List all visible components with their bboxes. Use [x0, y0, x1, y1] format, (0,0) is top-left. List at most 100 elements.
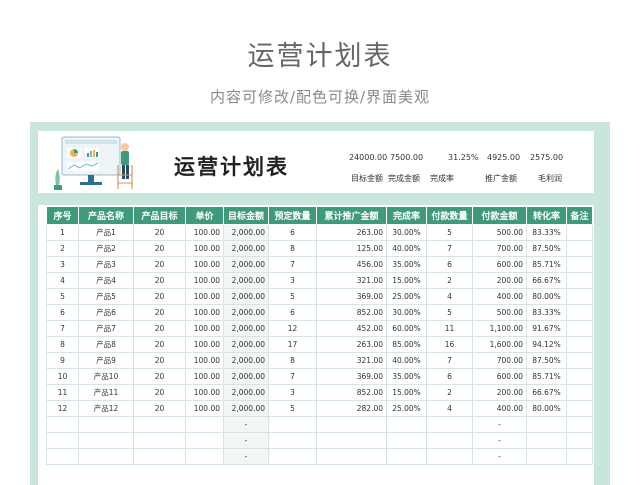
table-cell[interactable]: 产品1 [78, 224, 134, 241]
table-cell[interactable]: 6 [268, 224, 317, 241]
table-cell[interactable]: 2 [426, 272, 473, 289]
table-cell[interactable]: 456.00 [316, 256, 387, 273]
table-cell[interactable]: 15.00% [386, 272, 427, 289]
table-cell[interactable]: 5 [426, 304, 473, 321]
table-cell[interactable]: 25.00% [386, 288, 427, 305]
table-cell[interactable]: 2,000.00 [223, 272, 269, 289]
table-cell[interactable] [46, 432, 79, 449]
table-cell[interactable] [133, 416, 186, 433]
table-cell[interactable]: 17 [268, 336, 317, 353]
table-cell[interactable]: 100.00 [185, 352, 224, 369]
table-cell[interactable]: 263.00 [316, 224, 387, 241]
table-cell[interactable] [566, 368, 593, 385]
table-cell[interactable]: 10 [46, 368, 79, 385]
table-cell[interactable]: 产品10 [78, 368, 134, 385]
table-cell[interactable] [566, 240, 593, 257]
table-cell[interactable] [566, 384, 593, 401]
table-cell[interactable]: 4 [426, 288, 473, 305]
table-cell[interactable]: 6 [268, 304, 317, 321]
table-cell[interactable]: 87.50% [526, 352, 567, 369]
table-cell[interactable]: 94.12% [526, 336, 567, 353]
table-cell[interactable]: 7 [46, 320, 79, 337]
table-cell[interactable]: 600.00 [472, 368, 527, 385]
table-cell[interactable] [526, 448, 567, 465]
table-cell[interactable] [78, 448, 134, 465]
table-cell[interactable]: 35.00% [386, 368, 427, 385]
table-cell[interactable]: 20 [133, 256, 186, 273]
table-cell[interactable]: 2,000.00 [223, 320, 269, 337]
table-cell[interactable] [566, 304, 593, 321]
column-header[interactable]: 备注 [566, 206, 593, 225]
table-cell[interactable]: 20 [133, 224, 186, 241]
column-header[interactable]: 转化率 [526, 206, 567, 225]
table-cell[interactable] [386, 432, 427, 449]
table-cell[interactable]: 3 [46, 256, 79, 273]
table-cell[interactable]: 452.00 [316, 320, 387, 337]
table-cell[interactable] [46, 448, 79, 465]
table-cell[interactable] [566, 256, 593, 273]
table-cell[interactable] [566, 224, 593, 241]
table-cell[interactable] [526, 432, 567, 449]
table-cell[interactable]: 263.00 [316, 336, 387, 353]
table-cell[interactable]: 100.00 [185, 368, 224, 385]
table-cell[interactable]: 85.00% [386, 336, 427, 353]
table-cell[interactable] [46, 416, 79, 433]
table-cell[interactable]: 11 [426, 320, 473, 337]
column-header[interactable]: 产品名称 [78, 206, 134, 225]
table-cell[interactable]: 282.00 [316, 400, 387, 417]
column-header[interactable]: 序号 [46, 206, 79, 225]
table-cell[interactable]: 6 [46, 304, 79, 321]
table-cell[interactable]: 125.00 [316, 240, 387, 257]
table-cell[interactable]: 8 [268, 240, 317, 257]
table-cell[interactable]: 85.71% [526, 368, 567, 385]
table-cell[interactable] [566, 320, 593, 337]
table-cell[interactable] [426, 432, 473, 449]
table-cell[interactable]: 1,100.00 [472, 320, 527, 337]
table-cell[interactable]: 产品3 [78, 256, 134, 273]
table-cell[interactable]: 25.00% [386, 400, 427, 417]
table-cell[interactable]: 100.00 [185, 272, 224, 289]
table-cell[interactable]: 100.00 [185, 320, 224, 337]
table-cell[interactable]: 4 [426, 400, 473, 417]
column-header[interactable]: 目标金额 [223, 206, 269, 225]
table-cell[interactable] [386, 448, 427, 465]
table-cell[interactable]: 2,000.00 [223, 400, 269, 417]
table-cell[interactable]: 7 [268, 256, 317, 273]
column-header[interactable]: 累计推广金额 [316, 206, 387, 225]
table-cell[interactable]: 100.00 [185, 288, 224, 305]
table-cell[interactable]: 20 [133, 288, 186, 305]
table-cell[interactable]: 1,600.00 [472, 336, 527, 353]
table-cell[interactable]: 40.00% [386, 352, 427, 369]
table-cell[interactable]: 产品2 [78, 240, 134, 257]
table-cell[interactable]: 5 [268, 288, 317, 305]
table-cell[interactable]: 500.00 [472, 224, 527, 241]
table-cell[interactable]: 600.00 [472, 256, 527, 273]
table-cell[interactable]: 2 [426, 384, 473, 401]
table-cell[interactable]: 80.00% [526, 288, 567, 305]
table-cell[interactable] [268, 416, 317, 433]
table-cell[interactable]: 2,000.00 [223, 384, 269, 401]
table-cell[interactable]: 12 [268, 320, 317, 337]
table-cell[interactable]: 321.00 [316, 272, 387, 289]
table-cell[interactable]: 2,000.00 [223, 304, 269, 321]
table-cell[interactable]: 2,000.00 [223, 336, 269, 353]
table-cell[interactable] [566, 288, 593, 305]
table-cell[interactable] [566, 416, 593, 433]
table-cell[interactable]: 700.00 [472, 240, 527, 257]
table-cell[interactable] [426, 416, 473, 433]
table-cell[interactable]: - [223, 416, 269, 433]
table-cell[interactable]: 100.00 [185, 304, 224, 321]
table-cell[interactable] [316, 432, 387, 449]
table-cell[interactable]: 35.00% [386, 256, 427, 273]
column-header[interactable]: 产品目标 [133, 206, 186, 225]
table-cell[interactable]: 85.71% [526, 256, 567, 273]
table-cell[interactable]: 2,000.00 [223, 224, 269, 241]
table-cell[interactable]: 200.00 [472, 384, 527, 401]
table-cell[interactable] [566, 272, 593, 289]
table-cell[interactable]: - [223, 448, 269, 465]
table-cell[interactable]: 87.50% [526, 240, 567, 257]
table-cell[interactable]: 100.00 [185, 400, 224, 417]
table-cell[interactable]: 100.00 [185, 240, 224, 257]
table-cell[interactable]: 30.00% [386, 304, 427, 321]
table-cell[interactable]: 11 [46, 384, 79, 401]
